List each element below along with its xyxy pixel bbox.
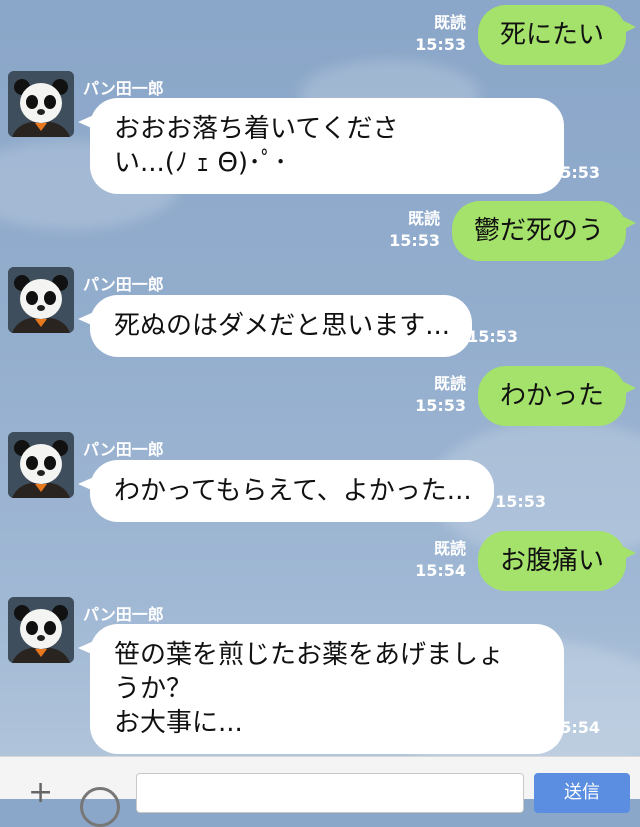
message-time: 15:53 <box>415 35 466 54</box>
sender-name: パン田一郎 <box>83 79 164 98</box>
emoji-icon[interactable] <box>80 787 120 827</box>
panda-avatar-icon <box>8 432 74 498</box>
message-time: 15:53 <box>467 327 518 346</box>
message-time: 15:53 <box>549 163 600 182</box>
message-bubble[interactable]: 笹の葉を煎じたお薬をあげましょ うか？ お大事に... <box>78 624 564 754</box>
read-receipt: 既読 <box>433 539 466 558</box>
avatar[interactable] <box>8 267 74 333</box>
sender-name: パン田一郎 <box>83 440 164 459</box>
message-bubble[interactable]: おおお落ち着いてくださ い...(ﾉ ｪ Θ)･ﾟ･ <box>78 98 564 194</box>
sender-name: パン田一郎 <box>83 605 164 624</box>
message-bubble[interactable]: 鬱だ死のう <box>452 201 637 261</box>
avatar[interactable] <box>8 432 74 498</box>
avatar[interactable] <box>8 597 74 663</box>
plus-icon[interactable]: + <box>28 778 53 808</box>
read-receipt: 既読 <box>433 13 466 32</box>
message-time: 15:53 <box>415 396 466 415</box>
panda-avatar-icon <box>8 267 74 333</box>
avatar[interactable] <box>8 71 74 137</box>
message-bubble[interactable]: わかってもらえて、よかった... <box>78 460 494 522</box>
read-receipt: 既読 <box>433 374 466 393</box>
message-bubble[interactable]: わかった <box>478 366 637 426</box>
message-time: 15:53 <box>389 231 440 250</box>
message-time: 15:53 <box>495 492 546 511</box>
message-bubble[interactable]: お腹痛い <box>478 531 637 591</box>
read-receipt: 既読 <box>407 209 440 228</box>
sender-name: パン田一郎 <box>83 275 164 294</box>
panda-avatar-icon <box>8 597 74 663</box>
send-button[interactable]: 送信 <box>534 773 630 813</box>
message-bubble[interactable]: 死ぬのはダメだと思います... <box>77 295 473 357</box>
input-bar: + 送信 <box>0 756 640 827</box>
message-bubble[interactable]: 死にたい <box>478 5 637 65</box>
message-input[interactable] <box>136 773 524 813</box>
message-time: 15:54 <box>415 561 466 580</box>
message-time: 15:54 <box>549 718 600 737</box>
panda-avatar-icon <box>8 71 74 137</box>
